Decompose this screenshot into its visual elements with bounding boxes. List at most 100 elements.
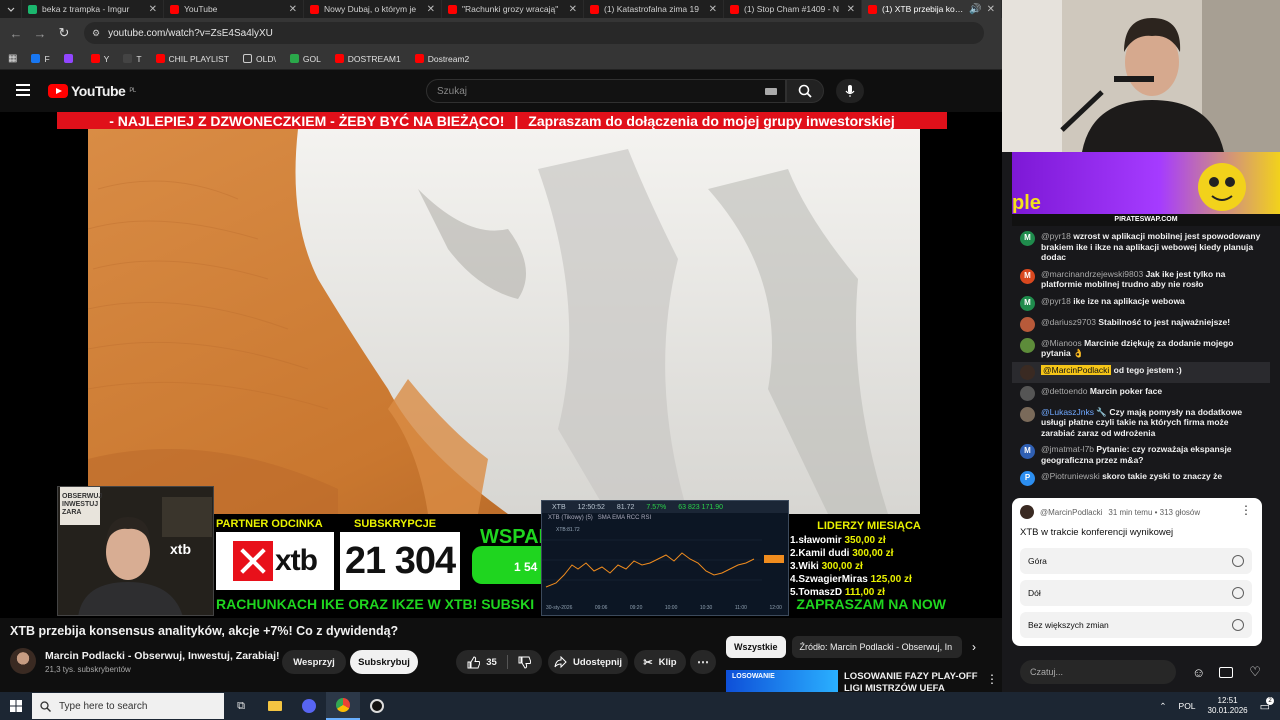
search-button[interactable] [786,79,824,103]
chat-username[interactable]: @jmatmat-l7b [1041,444,1094,454]
chat-username[interactable]: @LukaszJnks 🔧 [1041,407,1107,417]
like-button[interactable]: 35 [467,655,497,669]
tab-search-button[interactable] [0,0,22,18]
close-tab-icon[interactable]: ✕ [289,4,297,15]
clock[interactable]: 12:51 30.01.2026 [1208,696,1248,716]
bookmark-item[interactable]: GOL [289,54,321,64]
emoji-icon[interactable]: ☺ [1192,665,1205,680]
bookmark-item[interactable] [63,54,77,63]
more-vert-icon[interactable]: ⋮ [986,672,998,686]
thumbs-down-icon[interactable] [518,656,531,669]
bookmark-item[interactable]: DOSTREAM1 [334,54,401,64]
chat-username[interactable]: @MarcinPodlacki [1041,364,1112,375]
browser-tab[interactable]: beka z trampka - Imgur ✕ [22,0,164,18]
close-tab-icon[interactable]: ✕ [569,4,577,15]
forward-button[interactable]: → [28,26,52,41]
browser-tab[interactable]: (1) Stop Cham #1409 - N ✕ [724,0,862,18]
recommended-title[interactable]: LOSOWANIE FAZY PLAY-OFF LIGI MISTRZÓW UE… [844,671,980,693]
poll-option[interactable]: Dół [1020,580,1252,606]
back-button[interactable]: ← [4,26,28,41]
speaker-icon[interactable]: 🔊 [969,4,981,15]
site-info-icon[interactable]: ⚙ [92,28,100,39]
chat-username[interactable]: @dariusz9703 [1041,317,1096,327]
search-input[interactable]: Szukaj [426,79,786,103]
reload-button[interactable]: ↻ [52,25,76,41]
chat-input[interactable]: Czatuj... [1020,660,1176,684]
subscribe-button[interactable]: Subskrybuj [350,650,418,674]
chrome-button[interactable] [326,692,360,720]
poll-menu-icon[interactable]: ⋮ [1240,503,1252,517]
close-tab-icon[interactable]: ✕ [987,4,995,15]
heart-icon[interactable]: ♡ [1249,664,1261,680]
browser-tab[interactable]: (1) Katastrofalna zima 19 ✕ [584,0,724,18]
poll-option[interactable]: Góra [1020,548,1252,574]
bookmark-folder[interactable]: OLD\ [243,54,276,64]
task-view-button[interactable]: ⧉ [224,692,258,720]
browser-tab[interactable]: Nowy Dubaj, o którym je ✕ [304,0,442,18]
bookmark-item[interactable]: Y [90,54,109,64]
chat-username[interactable]: @pyr18 [1041,231,1071,241]
chip-source[interactable]: Źródło: Marcin Podlacki - Obserwuj, In [791,636,962,658]
browser-tab[interactable]: YouTube ✕ [164,0,304,18]
close-tab-icon[interactable]: ✕ [847,4,855,15]
chat-avatar[interactable]: P [1020,471,1035,486]
bookmark-item[interactable]: CHIL PLAYLIST [155,54,229,64]
subscriber-count: 21,3 tys. subskrybentów [45,665,131,674]
bookmark-item[interactable]: Dostream2 [414,54,469,64]
video-player[interactable]: - NAJLEPIEJ Z DZWONECZKIEM - ŻEBY BYĆ NA… [0,112,1002,618]
hamburger-menu-icon[interactable] [16,84,30,96]
super-chat-icon[interactable] [1219,666,1234,678]
chip-all[interactable]: Wszystkie [726,636,786,658]
more-actions-button[interactable]: ⋯ [690,650,716,674]
chat-avatar[interactable]: M [1020,231,1035,246]
address-bar[interactable]: ⚙ youtube.com/watch?v=ZsE4Sa4lyXU [84,22,984,44]
chat-username[interactable]: @dettoendo [1041,386,1087,396]
obs-button[interactable] [360,692,394,720]
support-button[interactable]: Wesprzyj [282,650,346,674]
channel-avatar[interactable] [10,648,36,674]
channel-name[interactable]: Marcin Podlacki - Obserwuj, Inwestuj, Za… [45,650,280,662]
taskbar-search[interactable]: Type here to search [32,693,224,719]
youtube-logo[interactable]: YouTube PL [48,83,136,99]
discord-button[interactable] [292,692,326,720]
chat-avatar[interactable]: M [1020,295,1035,311]
start-button[interactable] [0,692,32,720]
chat-avatar[interactable] [1020,406,1035,422]
voice-search-button[interactable] [836,79,864,103]
chat-username[interactable]: @marcinandrzejewski9803 [1041,269,1143,279]
bookmark-item[interactable]: T [123,54,142,64]
clip-button[interactable]: ✂ Klip [634,650,686,674]
recommended-thumbnail[interactable]: LOSOWANIE [726,670,838,692]
scissors-icon: ✂ [643,656,653,669]
close-tab-icon[interactable]: ✕ [709,4,717,15]
browser-tab-active[interactable]: (1) XTB przebija konse 🔊 ✕ [862,0,1002,18]
chat-message: @dettoendo Marcin poker face [1012,383,1270,404]
chat-avatar[interactable]: M [1020,444,1035,459]
chevron-up-icon[interactable]: ⌃ [1159,701,1166,712]
bookmark-item[interactable]: F [31,54,50,64]
chat-username[interactable]: @pyr18 [1041,296,1071,306]
close-tab-icon[interactable]: ✕ [427,4,435,15]
keyboard-icon[interactable] [765,88,777,95]
share-button[interactable]: Udostępnij [548,650,628,674]
chat-avatar[interactable]: M [1020,268,1035,284]
chat-avatar[interactable] [1020,316,1035,332]
browser-tab[interactable]: "Rachunki grozy wracają" ✕ [442,0,584,18]
desert-scene-image [88,129,920,514]
chat-username[interactable]: @Piotruniewski [1041,471,1100,481]
twitch-icon [63,54,73,63]
stream-side-panel: ple PIRATESWAP.COM M @pyr18 wzrost w apli… [1002,0,1280,692]
language-indicator[interactable]: POL [1179,701,1196,711]
chat-username[interactable]: @Mianoos [1041,338,1082,348]
poll-option[interactable]: Bez większych zmian [1020,612,1252,638]
notification-icon[interactable]: ▭ 2 [1260,696,1274,713]
chat-avatar[interactable] [1020,337,1035,353]
close-tab-icon[interactable]: ✕ [149,4,157,15]
sponsor-banner[interactable]: ple PIRATESWAP.COM [1012,152,1280,226]
chevron-right-icon[interactable]: › [972,640,976,654]
chat-avatar[interactable] [1020,385,1035,401]
file-explorer-button[interactable] [258,692,292,720]
chevron-down-icon [7,7,14,12]
chat-avatar[interactable] [1020,364,1035,380]
apps-icon[interactable]: ▦ [8,53,17,64]
